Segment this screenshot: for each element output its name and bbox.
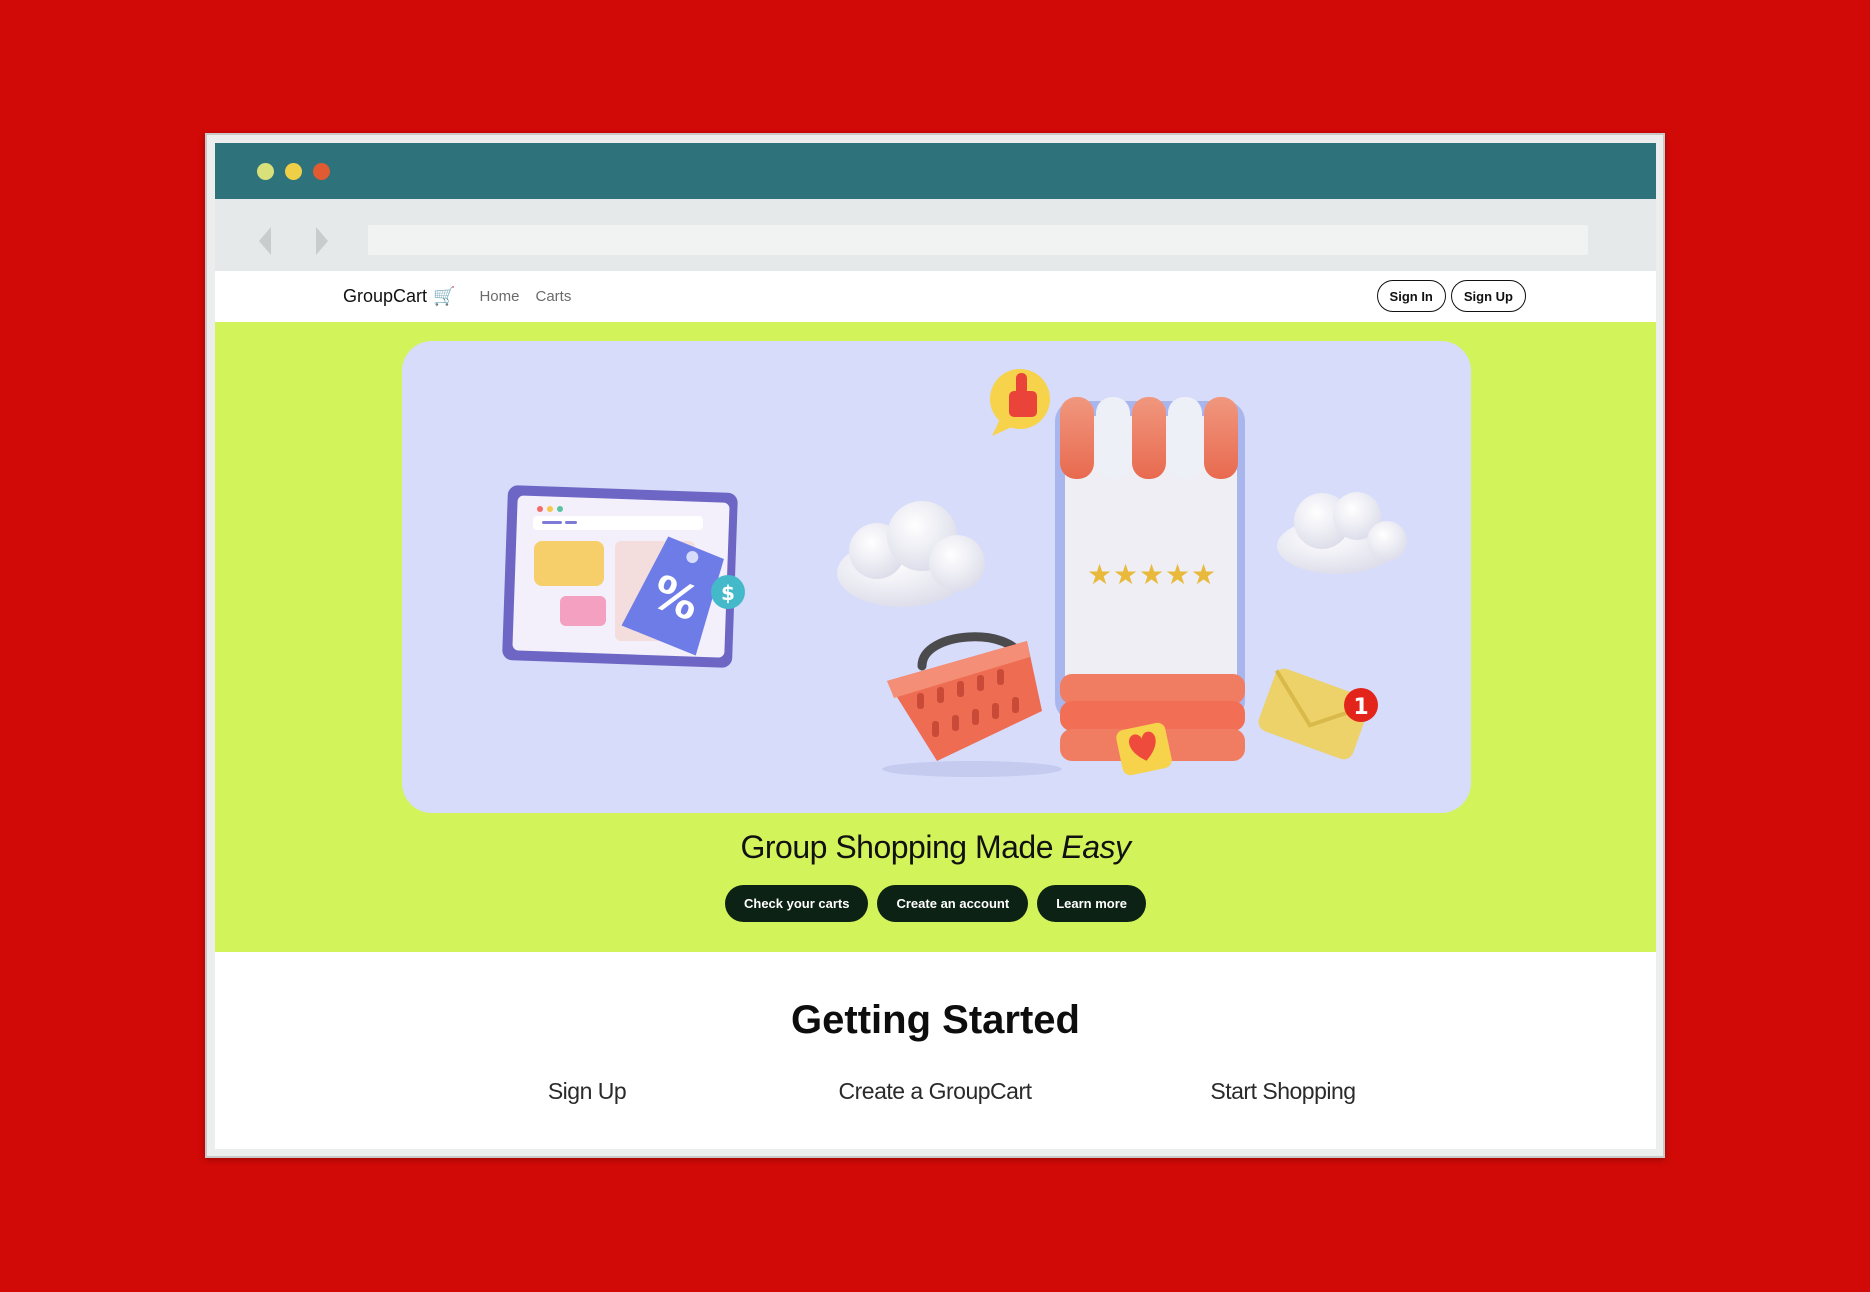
awning xyxy=(1060,397,1238,479)
forward-arrow-icon[interactable] xyxy=(316,227,328,255)
cloud-right-icon xyxy=(1277,492,1407,574)
browser-titlebar xyxy=(215,143,1656,199)
svg-text:★: ★ xyxy=(1139,558,1164,591)
hero-headline: Group Shopping Made Easy xyxy=(215,829,1656,866)
back-arrow-icon[interactable] xyxy=(259,227,271,255)
sign-up-button[interactable]: Sign Up xyxy=(1450,280,1526,312)
thumbs-up-bubble-icon xyxy=(990,369,1050,436)
browser-toolbar xyxy=(215,199,1656,271)
window-minimize-dot[interactable] xyxy=(257,162,274,180)
getting-started-section: Getting Started Sign Up Create a GroupCa… xyxy=(215,952,1656,1149)
svg-text:★: ★ xyxy=(1087,558,1112,591)
sign-in-button[interactable]: Sign In xyxy=(1376,280,1446,312)
shopping-illustration: % $ ★ ★ ★ ★ ★ 1 xyxy=(502,369,1407,777)
step-create-groupcart: Create a GroupCart xyxy=(838,1078,1032,1104)
brand-name: GroupCart xyxy=(343,286,428,306)
getting-started-title: Getting Started xyxy=(791,998,1080,1042)
svg-text:$: $ xyxy=(721,581,735,605)
address-bar[interactable] xyxy=(368,225,1588,255)
site-navbar: GroupCart 🛒 Home Carts Sign In Sign Up xyxy=(215,271,1656,322)
svg-text:1: 1 xyxy=(1353,695,1368,720)
shopping-cart-icon: 🛒 xyxy=(433,286,456,306)
window-zoom-dot[interactable] xyxy=(285,162,302,180)
svg-text:★: ★ xyxy=(1113,558,1138,591)
auth-buttons: Sign In Sign Up xyxy=(1376,280,1526,312)
window-close-dot[interactable] xyxy=(313,162,330,180)
nav-link-home[interactable]: Home xyxy=(479,288,519,305)
hero-cta-group: Check your carts Create an account Learn… xyxy=(215,885,1656,922)
shopping-basket-icon xyxy=(882,632,1062,777)
step-sign-up: Sign Up xyxy=(547,1078,627,1104)
browser-window: GroupCart 🛒 Home Carts Sign In Sign Up %… xyxy=(215,143,1656,1149)
learn-more-button[interactable]: Learn more xyxy=(1037,885,1146,922)
coin-icon: $ xyxy=(711,575,745,609)
create-account-button[interactable]: Create an account xyxy=(877,885,1029,922)
step-start-shopping: Start Shopping xyxy=(1210,1078,1356,1104)
hero-illustration: % $ ★ ★ ★ ★ ★ 1 xyxy=(402,341,1471,813)
svg-text:★: ★ xyxy=(1191,558,1216,591)
check-carts-button[interactable]: Check your carts xyxy=(724,885,869,922)
rating-stars: ★ ★ ★ ★ ★ xyxy=(1087,558,1216,591)
storefront-icon: ★ ★ ★ ★ ★ xyxy=(1055,397,1245,761)
notification-badge: 1 xyxy=(1344,688,1378,722)
hero-section: % $ ★ ★ ★ ★ ★ 1 Group Shopping Made Easy… xyxy=(215,322,1656,952)
cloud-left-icon xyxy=(837,501,985,607)
brand-logo[interactable]: GroupCart 🛒 xyxy=(343,286,455,307)
hero-headline-main: Group Shopping Made xyxy=(740,829,1062,865)
svg-text:★: ★ xyxy=(1165,558,1190,591)
hero-headline-emphasis: Easy xyxy=(1061,829,1131,865)
browser-frame: GroupCart 🛒 Home Carts Sign In Sign Up %… xyxy=(205,133,1665,1158)
nav-link-carts[interactable]: Carts xyxy=(535,288,571,305)
